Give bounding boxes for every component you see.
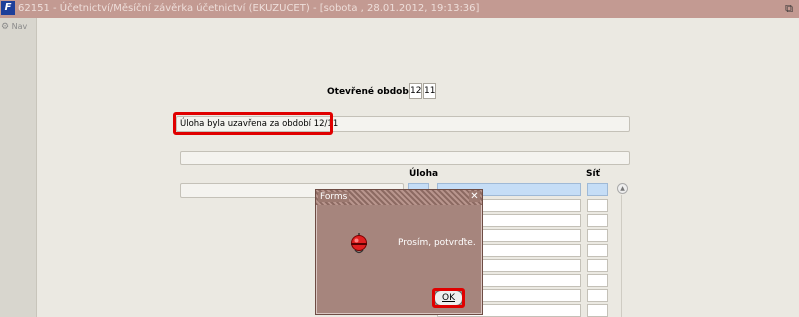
nav-button[interactable]: ⚙ Nav bbox=[1, 22, 27, 32]
dialog-titlebar: Forms ✕ bbox=[316, 190, 482, 205]
net-cell[interactable] bbox=[587, 199, 608, 212]
net-cell[interactable] bbox=[587, 229, 608, 242]
dialog-title: Forms bbox=[318, 192, 350, 202]
task-column-header: Úloha bbox=[409, 169, 439, 179]
info-field[interactable] bbox=[180, 151, 630, 165]
app-icon: F bbox=[1, 1, 15, 15]
restore-window-icon[interactable]: ⧉ bbox=[785, 2, 793, 16]
net-cell[interactable] bbox=[587, 214, 608, 227]
window-title: 62151 - Účetnictví/Měsíční závěrka účetn… bbox=[18, 3, 480, 14]
net-column-header: Síť bbox=[586, 169, 600, 179]
scrollbar-track[interactable] bbox=[621, 195, 622, 317]
forms-dialog: Forms ✕ Prosím, potvrďte. OK bbox=[315, 189, 483, 315]
period-month-field[interactable]: 12 bbox=[409, 83, 422, 99]
window-titlebar: F 62151 - Účetnictví/Měsíční závěrka úče… bbox=[0, 0, 799, 18]
ok-highlight bbox=[432, 288, 465, 308]
open-period-label: Otevřené období bbox=[327, 87, 412, 97]
scroll-up-icon[interactable]: ▲ bbox=[617, 183, 628, 194]
net-cell[interactable] bbox=[587, 304, 608, 317]
alarm-bell-icon bbox=[351, 233, 367, 254]
net-cell[interactable] bbox=[587, 244, 608, 257]
net-cell[interactable] bbox=[587, 183, 608, 196]
dialog-message: Prosím, potvrďte. bbox=[398, 238, 476, 248]
left-toolbar: ⚙ Nav bbox=[0, 18, 37, 317]
period-year-field[interactable]: 11 bbox=[423, 83, 436, 99]
close-icon[interactable]: ✕ bbox=[469, 191, 480, 202]
net-cell[interactable] bbox=[587, 259, 608, 272]
net-cell[interactable] bbox=[587, 289, 608, 302]
net-cell[interactable] bbox=[587, 274, 608, 287]
nav-gear-icon: ⚙ bbox=[1, 22, 10, 32]
nav-button-label: Nav bbox=[11, 22, 28, 31]
message-highlight bbox=[173, 112, 333, 135]
